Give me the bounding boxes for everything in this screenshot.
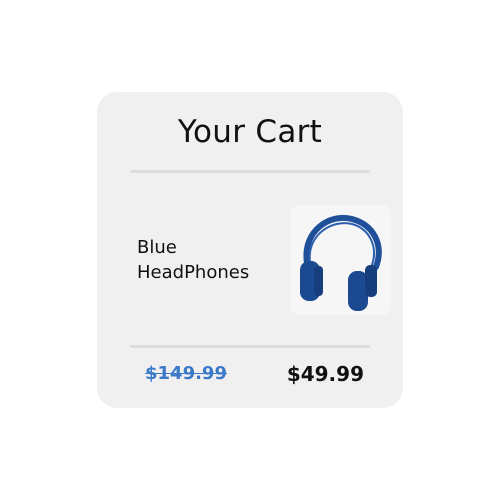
original-price: $149.99 xyxy=(145,363,227,384)
cart-title: Your Cart xyxy=(177,114,323,150)
item-name: Blue HeadPhones xyxy=(137,235,287,285)
item-name-line-2: HeadPhones xyxy=(137,262,250,283)
title-divider xyxy=(130,170,370,173)
sale-price: $49.99 xyxy=(286,362,364,386)
price-divider xyxy=(130,345,370,348)
product-image[interactable] xyxy=(290,205,391,315)
headphones-icon xyxy=(300,214,382,311)
cart-card: Your Cart Blue HeadPhones $149.99 $49.99 xyxy=(97,92,403,408)
item-name-line-1: Blue xyxy=(137,237,177,258)
